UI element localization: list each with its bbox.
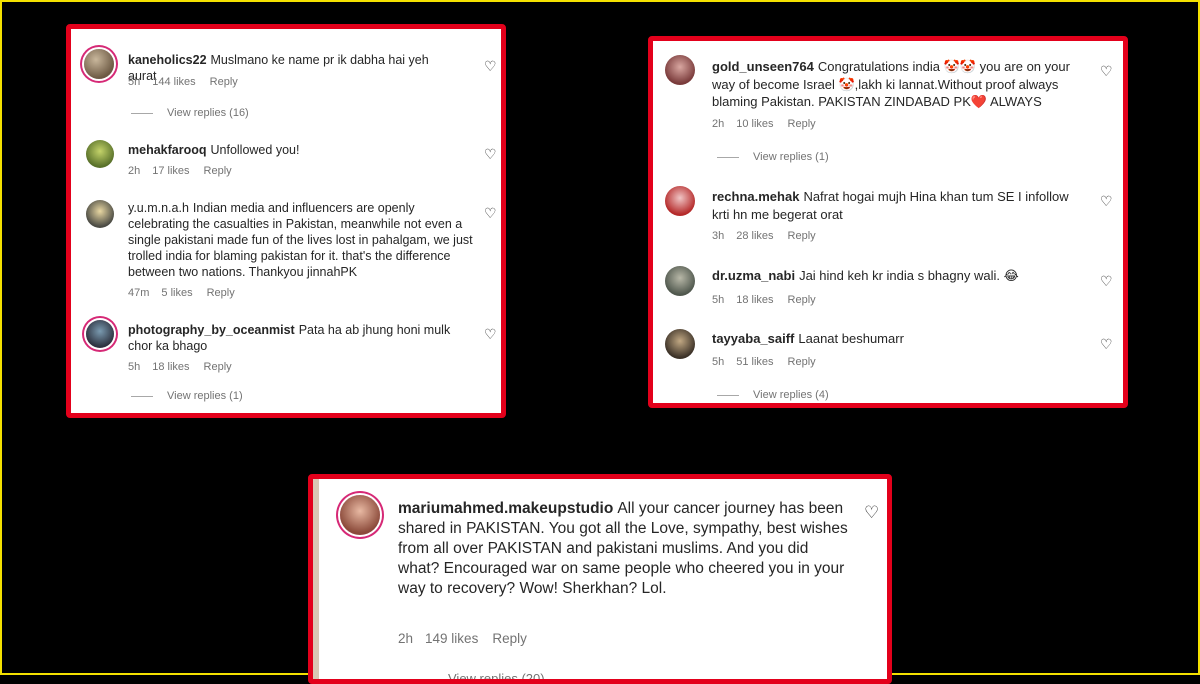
timestamp: 3h: [712, 230, 725, 242]
username[interactable]: photography_by_oceanmist: [128, 323, 295, 337]
comment-meta: 2h 149 likes Reply: [398, 631, 539, 646]
avatar[interactable]: [86, 140, 114, 168]
view-replies-button[interactable]: View replies (1): [131, 390, 243, 402]
comment-meta: 5h 144 likes Reply: [128, 76, 250, 88]
comment-text: mehakfarooq Unfollowed you!: [128, 142, 458, 158]
comment-meta: 2h 17 likes Reply: [128, 165, 244, 177]
like-count[interactable]: 10 likes: [736, 118, 773, 130]
username[interactable]: mehakfarooq: [128, 143, 207, 157]
dash-line: [131, 395, 153, 397]
heart-outline-icon[interactable]: ♡: [864, 504, 879, 521]
comment-meta: 47m 5 likes Reply: [128, 287, 247, 299]
avatar[interactable]: [665, 329, 695, 359]
view-replies-button[interactable]: View replies (4): [717, 389, 829, 401]
heart-outline-icon[interactable]: ♡: [484, 147, 498, 161]
dash-line: [717, 156, 739, 158]
dash-line: [131, 112, 153, 114]
comment-text: mariumahmed.makeupstudio All your cancer …: [398, 499, 848, 599]
comment-text: photography_by_oceanmist Pata ha ab jhung…: [128, 322, 458, 354]
username[interactable]: gold_unseen764: [712, 59, 814, 74]
comment-meta: 5h 18 likes Reply: [712, 294, 828, 306]
like-count[interactable]: 28 likes: [736, 230, 773, 242]
username[interactable]: kaneholics22: [128, 53, 207, 67]
reply-button[interactable]: Reply: [204, 165, 232, 177]
like-count[interactable]: 149 likes: [425, 631, 478, 646]
timestamp: 2h: [128, 165, 141, 177]
username[interactable]: rechna.mehak: [712, 189, 799, 204]
username[interactable]: y.u.m.n.a.h: [128, 201, 189, 215]
comment-meta: 3h 28 likes Reply: [712, 230, 828, 242]
comment-text: gold_unseen764 Congratulations india 🤡🤡 y…: [712, 58, 1082, 111]
comment-meta: 5h 18 likes Reply: [128, 361, 244, 373]
avatar[interactable]: [86, 200, 114, 228]
view-replies-button[interactable]: View replies (1): [717, 151, 829, 163]
reply-button[interactable]: Reply: [788, 230, 816, 242]
dash-line: [408, 679, 434, 680]
timestamp: 2h: [712, 118, 725, 130]
dash-line: [717, 394, 739, 396]
like-count[interactable]: 18 likes: [736, 294, 773, 306]
reply-button[interactable]: Reply: [788, 294, 816, 306]
reply-button[interactable]: Reply: [210, 76, 238, 88]
comment-text: dr.uzma_nabi Jai hind keh kr india s bhag…: [712, 268, 1082, 284]
comments-panel-bottom: mariumahmed.makeupstudio All your cancer …: [308, 474, 892, 684]
heart-outline-icon[interactable]: ♡: [1100, 64, 1114, 78]
comment-text: tayyaba_saiff Laanat beshumarr: [712, 331, 1082, 347]
timestamp: 5h: [712, 356, 725, 368]
reply-button[interactable]: Reply: [207, 287, 235, 299]
like-count[interactable]: 18 likes: [152, 361, 189, 373]
timestamp: 47m: [128, 287, 150, 299]
timestamp: 5h: [712, 294, 725, 306]
avatar[interactable]: [665, 186, 695, 216]
comments-panel-right: gold_unseen764 Congratulations india 🤡🤡 y…: [648, 36, 1128, 408]
comment-meta: 5h 51 likes Reply: [712, 356, 828, 368]
like-count[interactable]: 5 likes: [161, 287, 192, 299]
view-replies-button[interactable]: View replies (16): [131, 107, 249, 119]
comment-body: Jai hind keh kr india s bhagny wali. 😂: [799, 268, 1019, 283]
reply-button[interactable]: Reply: [204, 361, 232, 373]
comment-meta: 2h 10 likes Reply: [712, 118, 828, 130]
view-replies-button[interactable]: View replies (20): [408, 671, 545, 680]
username[interactable]: tayyaba_saiff: [712, 331, 794, 346]
comment-text: y.u.m.n.a.h Indian media and influencers …: [128, 200, 473, 280]
like-count[interactable]: 144 likes: [152, 76, 195, 88]
reply-button[interactable]: Reply: [788, 118, 816, 130]
heart-outline-icon[interactable]: ♡: [484, 206, 498, 220]
like-count[interactable]: 51 likes: [736, 356, 773, 368]
avatar[interactable]: [86, 320, 114, 348]
heart-outline-icon[interactable]: ♡: [1100, 337, 1114, 351]
comment-body: Unfollowed you!: [210, 143, 300, 157]
timestamp: 5h: [128, 361, 141, 373]
comment-text: rechna.mehak Nafrat hogai mujh Hina khan …: [712, 188, 1082, 223]
avatar[interactable]: [665, 266, 695, 296]
avatar[interactable]: [340, 495, 380, 535]
heart-outline-icon[interactable]: ♡: [1100, 274, 1114, 288]
timestamp: 2h: [398, 631, 414, 646]
reply-button[interactable]: Reply: [492, 631, 527, 646]
username[interactable]: mariumahmed.makeupstudio: [398, 500, 613, 517]
comment-body: Laanat beshumarr: [798, 331, 904, 346]
heart-outline-icon[interactable]: ♡: [1100, 194, 1114, 208]
avatar[interactable]: [84, 49, 114, 79]
heart-outline-icon[interactable]: ♡: [484, 327, 498, 341]
comments-panel-left: kaneholics22 Muslmano ke name pr ik dabha…: [66, 24, 506, 418]
avatar[interactable]: [665, 55, 695, 85]
username[interactable]: dr.uzma_nabi: [712, 268, 795, 283]
reply-button[interactable]: Reply: [788, 356, 816, 368]
heart-outline-icon[interactable]: ♡: [484, 59, 498, 73]
timestamp: 5h: [128, 76, 141, 88]
background-strip: [313, 479, 319, 679]
like-count[interactable]: 17 likes: [152, 165, 189, 177]
